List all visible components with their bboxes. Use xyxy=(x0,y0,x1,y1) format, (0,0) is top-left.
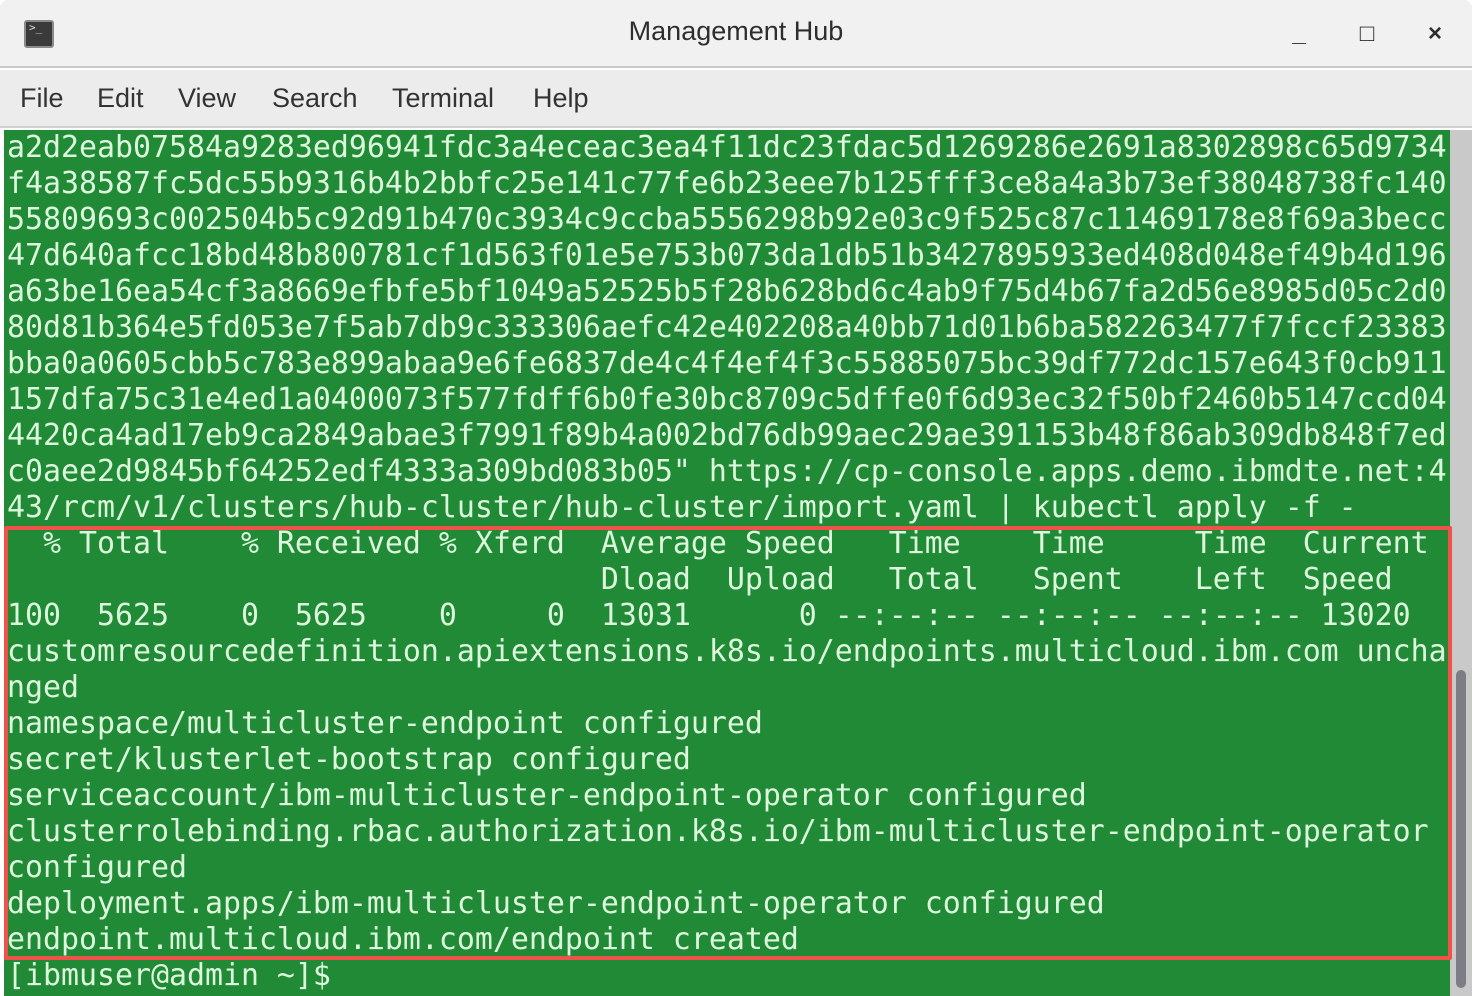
terminal-line: clusterrolebinding.rbac.authorization.k8… xyxy=(7,814,1429,849)
terminal-line: endpoint.multicloud.ibm.com/endpoint cre… xyxy=(7,922,799,957)
terminal-line: 43/rcm/v1/clusters/hub-cluster/hub-clust… xyxy=(7,490,1357,525)
scrollbar-thumb[interactable] xyxy=(1456,670,1466,988)
title-bar[interactable]: >_ Management Hub _ □ × xyxy=(0,0,1472,68)
terminal-line: 80d81b364e5fd053e7f5ab7db9c333306aefc42e… xyxy=(7,310,1447,345)
terminal-line: 157dfa75c31e4ed1a0400073f577fdff6b0fe30b… xyxy=(7,382,1447,417)
terminal-line: nged xyxy=(7,670,79,705)
terminal-line: deployment.apps/ibm-multicluster-endpoin… xyxy=(7,886,1105,921)
window-title: Management Hub xyxy=(628,16,844,46)
menu-help[interactable]: Help xyxy=(533,83,589,114)
menu-search[interactable]: Search xyxy=(272,83,358,114)
menu-edit[interactable]: Edit xyxy=(97,83,144,114)
terminal-line: 55809693c002504b5c92d91b470c3934c9ccba55… xyxy=(7,202,1447,237)
terminal-output[interactable]: a2d2eab07584a9283ed96941fdc3a4eceac3ea4f… xyxy=(4,130,1450,996)
terminal-line: a2d2eab07584a9283ed96941fdc3a4eceac3ea4f… xyxy=(7,130,1447,165)
terminal-line: bba0a0605cbb5c783e899abaa9e6fe6837de4c4f… xyxy=(7,346,1447,381)
terminal-line: 4420ca4ad17eb9ca2849abae3f7991f89b4a002b… xyxy=(7,418,1447,453)
menu-terminal[interactable]: Terminal xyxy=(392,83,494,114)
terminal-line: secret/klusterlet-bootstrap configured xyxy=(7,742,691,777)
terminal-line: configured xyxy=(7,850,187,885)
terminal-line: a63be16ea54cf3a8669efbfe5bf1049a52525b5f… xyxy=(7,274,1447,309)
menu-file[interactable]: File xyxy=(20,83,64,114)
terminal-line: 47d640afcc18bd48b800781cf1d563f01e5e753b… xyxy=(7,238,1447,273)
terminal-line: f4a38587fc5dc55b9316b4b2bbfc25e141c77fe6… xyxy=(7,166,1447,201)
terminal-line: namespace/multicluster-endpoint configur… xyxy=(7,706,763,741)
shell-prompt: [ibmuser@admin ~]$ xyxy=(7,958,349,993)
menu-view[interactable]: View xyxy=(178,83,236,114)
close-button[interactable]: × xyxy=(1418,16,1452,52)
terminal-scrollbar[interactable] xyxy=(1450,130,1472,996)
terminal-line: Dload Upload Total Spent Left Speed xyxy=(7,562,1393,597)
terminal-line: c0aee2d9845bf64252edf4333a309bd083b05" h… xyxy=(7,454,1447,489)
terminal-line: % Total % Received % Xferd Average Speed… xyxy=(7,526,1429,561)
terminal-line: customresourcedefinition.apiextensions.k… xyxy=(7,634,1447,669)
terminal-line: 100 5625 0 5625 0 0 13031 0 --:--:-- --:… xyxy=(7,598,1411,633)
terminal-line: serviceaccount/ibm-multicluster-endpoint… xyxy=(7,778,1087,813)
menu-bar: File Edit View Search Terminal Help xyxy=(0,70,1472,128)
minimize-button[interactable]: _ xyxy=(1282,16,1316,52)
maximize-button[interactable]: □ xyxy=(1350,16,1384,52)
